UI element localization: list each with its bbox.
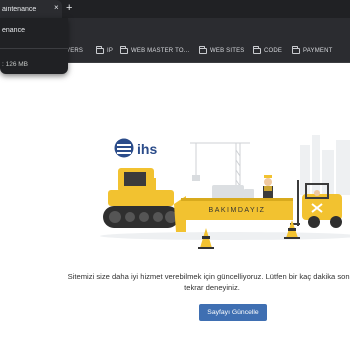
worker-icon <box>263 175 273 198</box>
banner-text: BAKIMDAYIZ <box>209 207 266 214</box>
ihs-logo <box>114 138 134 158</box>
truck-icon <box>212 185 254 199</box>
city-skyline <box>300 135 350 195</box>
crane-hook-load <box>192 175 200 181</box>
bulldozer-icon <box>103 168 186 232</box>
logo-text: ihs <box>137 141 157 157</box>
refresh-page-button[interactable]: Sayfayı Güncelle <box>199 304 267 321</box>
maintenance-message: Sitemizi size daha iyi hizmet verebilmek… <box>67 272 350 292</box>
maintenance-illustration: ihs BAKIMDAYIZ <box>100 135 350 249</box>
